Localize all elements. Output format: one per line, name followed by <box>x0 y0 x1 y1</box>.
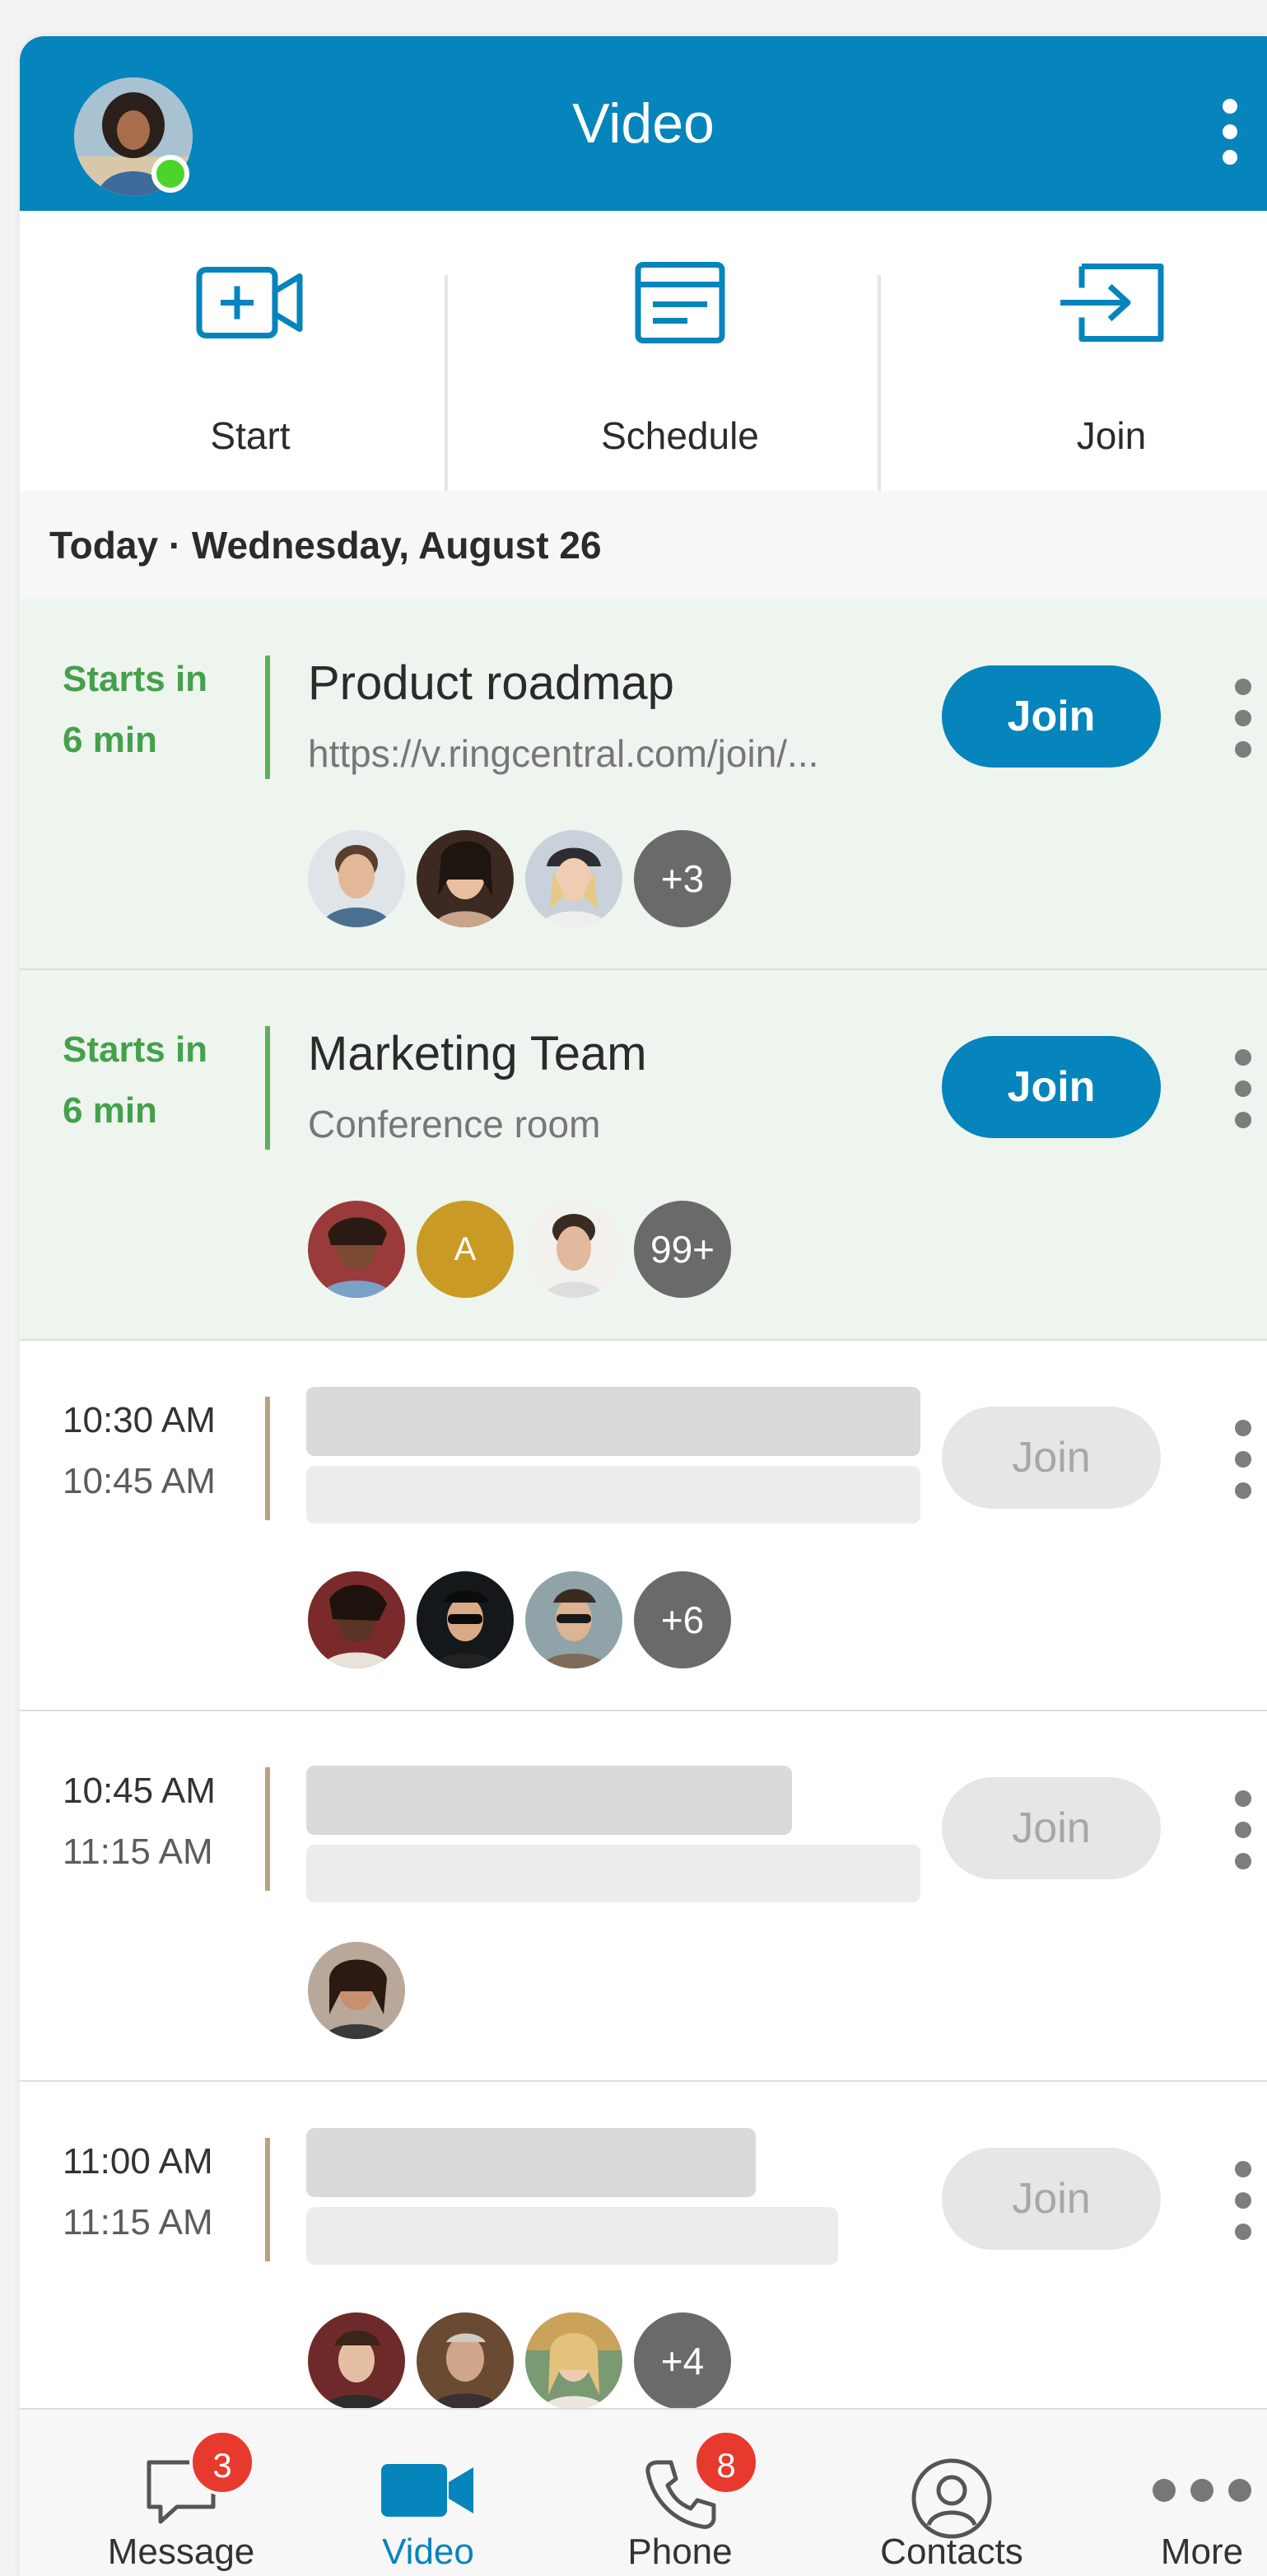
join-button[interactable]: Join <box>942 665 1161 768</box>
meeting-status-bar <box>265 2138 270 2261</box>
meeting-link[interactable]: https://v.ringcentral.com/join/... <box>308 731 942 776</box>
title-placeholder <box>306 1387 920 1456</box>
meeting-location: Conference room <box>308 1103 601 1146</box>
divider <box>445 275 448 491</box>
join-button[interactable]: Join <box>942 1407 1161 1509</box>
meeting-status-bar <box>265 1397 270 1520</box>
more-vertical-icon[interactable] <box>1223 1420 1263 1499</box>
divider <box>878 275 881 491</box>
title-placeholder <box>306 2128 756 2197</box>
participant-avatar <box>417 830 514 927</box>
subtitle-placeholder <box>306 2207 838 2265</box>
participant-avatars: +4 <box>308 2312 731 2411</box>
meeting-start-status: Starts in <box>63 659 208 699</box>
nav-phone[interactable]: 8 Phone <box>557 2410 804 2576</box>
schedule-label: Schedule <box>601 414 759 457</box>
app-header: Video <box>20 36 1267 211</box>
nav-label: Contacts <box>880 2532 1023 2572</box>
nav-label: Message <box>107 2532 255 2572</box>
meeting-start-time: 10:30 AM <box>63 1400 216 1440</box>
participant-avatar <box>308 1571 405 1668</box>
start-button[interactable]: Start <box>36 211 464 491</box>
meeting-title: Product roadmap <box>308 656 674 710</box>
participant-avatar <box>308 2312 405 2410</box>
meeting-item[interactable]: 10:45 AM 11:15 AM Join <box>20 1711 1267 2082</box>
participant-avatar <box>417 1571 514 1668</box>
nav-message[interactable]: 3 Message <box>58 2410 305 2576</box>
more-vertical-icon[interactable] <box>1223 2161 1263 2240</box>
meeting-status-bar <box>265 1767 270 1891</box>
subtitle-placeholder <box>306 1466 920 1524</box>
message-badge: 3 <box>189 2429 255 2495</box>
more-vertical-icon[interactable] <box>1223 1790 1263 1869</box>
meeting-item[interactable]: Starts in 6 min Product roadmap https://… <box>20 600 1267 970</box>
more-vertical-icon[interactable] <box>1223 1049 1263 1128</box>
join-arrow-icon <box>1057 264 1166 347</box>
schedule-button[interactable]: Schedule <box>466 211 894 491</box>
meeting-item[interactable]: 10:30 AM 10:45 AM Join +6 <box>20 1341 1267 1711</box>
title-placeholder <box>306 1766 792 1835</box>
participant-avatars <box>308 1942 405 2041</box>
presence-online-indicator <box>151 155 189 193</box>
meeting-start-time: 10:45 AM <box>63 1771 216 1811</box>
start-label: Start <box>210 414 291 457</box>
participant-avatar <box>525 1571 622 1668</box>
participant-avatar <box>308 1201 405 1298</box>
page-title: Video <box>572 92 715 155</box>
more-vertical-icon[interactable] <box>1223 679 1263 758</box>
meeting-status-bar <box>265 1026 270 1150</box>
join-button[interactable]: Join <box>942 1036 1161 1138</box>
meeting-end-time: 11:15 AM <box>63 1832 213 1872</box>
participant-avatars: +3 <box>308 830 731 929</box>
participant-avatars: +6 <box>308 1571 731 1670</box>
video-app-screen: Video Start Schedule Join Today · Wednes… <box>20 36 1267 2576</box>
calendar-schedule-icon <box>635 262 725 348</box>
join-label: Join <box>1076 414 1147 457</box>
video-camera-icon <box>380 2457 477 2527</box>
participant-avatar <box>417 2312 514 2410</box>
meeting-start-status: Starts in <box>63 1029 208 1070</box>
participant-avatar <box>525 2312 622 2410</box>
more-participants-count: +3 <box>634 830 731 927</box>
participant-avatars: A 99+ <box>308 1201 731 1300</box>
join-meeting-button[interactable]: Join <box>897 211 1267 491</box>
subtitle-placeholder <box>306 1845 920 1902</box>
meeting-end-time: 11:15 AM <box>63 2202 213 2242</box>
nav-label: Video <box>382 2532 474 2572</box>
more-vertical-icon[interactable] <box>1193 99 1267 165</box>
nav-label: Phone <box>627 2532 733 2572</box>
meeting-start-time: 11:00 AM <box>63 2141 213 2182</box>
nav-contacts[interactable]: Contacts <box>828 2410 1075 2576</box>
join-button[interactable]: Join <box>942 2148 1161 2250</box>
more-participants-count: 99+ <box>634 1201 731 1298</box>
meeting-start-countdown: 6 min <box>63 720 157 760</box>
participant-initial-avatar: A <box>417 1201 514 1298</box>
nav-label: More <box>1160 2532 1244 2572</box>
participant-avatar <box>525 1201 622 1298</box>
meeting-status-bar <box>265 656 270 779</box>
meeting-end-time: 10:45 AM <box>63 1461 216 1501</box>
meeting-title: Marketing Team <box>308 1027 647 1080</box>
meeting-item[interactable]: 11:00 AM 11:15 AM Join +4 <box>20 2082 1267 2452</box>
participant-avatar <box>308 1942 405 2039</box>
more-participants-count: +4 <box>634 2312 731 2410</box>
bottom-navigation: 3 Message Video 8 Phone Contacts More <box>20 2408 1267 2576</box>
meeting-start-countdown: 6 min <box>63 1090 157 1131</box>
more-horizontal-icon <box>1151 2457 1253 2527</box>
participant-avatar <box>525 830 622 927</box>
participant-avatar <box>308 830 405 927</box>
more-participants-count: +6 <box>634 1571 731 1668</box>
nav-video[interactable]: Video <box>305 2410 552 2576</box>
date-section-header: Today · Wednesday, August 26 <box>20 491 1267 600</box>
phone-badge: 8 <box>693 2429 759 2495</box>
nav-more[interactable]: More <box>1078 2410 1267 2576</box>
date-heading: Today · Wednesday, August 26 <box>49 524 602 567</box>
video-actions: Start Schedule Join <box>20 211 1267 491</box>
video-add-icon <box>196 264 305 347</box>
meeting-item[interactable]: Starts in 6 min Marketing Team Conferenc… <box>20 970 1267 1341</box>
join-button[interactable]: Join <box>942 1777 1161 1879</box>
